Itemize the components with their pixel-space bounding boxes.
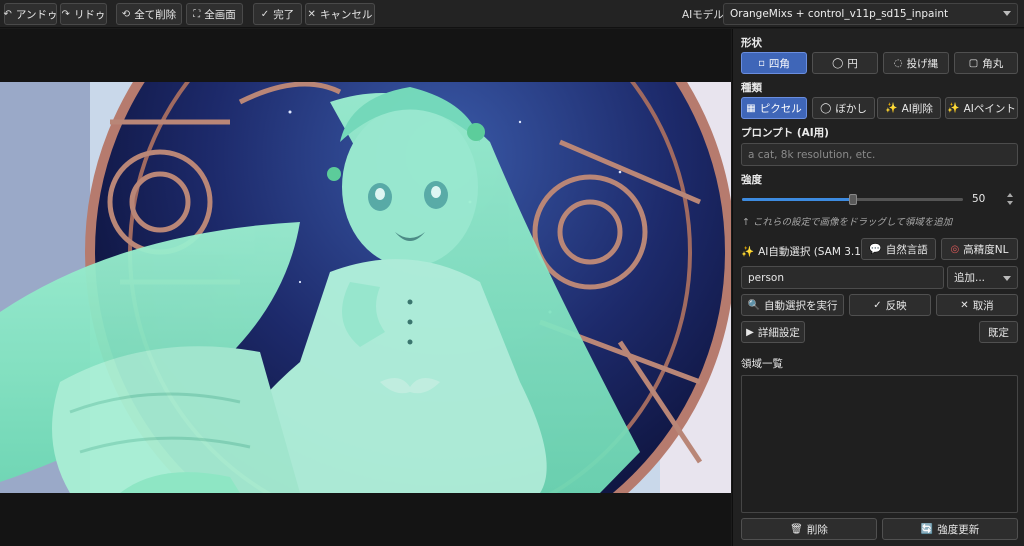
check-icon: ✓ — [260, 8, 270, 20]
trash-icon: 🗑 — [790, 523, 803, 535]
strength-slider-thumb[interactable] — [849, 194, 857, 205]
refresh-icon: 🔄 — [920, 523, 934, 535]
redo-button[interactable]: ↷ リドゥ — [60, 3, 107, 25]
undo-icon: ↶ — [3, 8, 12, 20]
blur-icon: ◯ — [820, 102, 832, 114]
sparkle-icon: ✨ — [885, 102, 898, 114]
drag-hint: ↑ これらの設定で画像をドラッグして領域を追加 — [742, 217, 953, 228]
check-icon: ✓ — [873, 299, 882, 311]
chevron-down-icon — [1003, 11, 1011, 16]
sam-query-input[interactable]: person — [741, 266, 944, 289]
done-button[interactable]: ✓ 完了 — [253, 3, 302, 25]
model-label: AIモデル — [682, 9, 724, 21]
type-blur-button[interactable]: ◯ ぼかし — [812, 97, 875, 119]
top-toolbar: ↶ アンドゥ ↷ リドゥ ⟲ 全て削除 ⛶ 全画面 ✓ 完了 ✕ キャンセル AIモデル O… — [0, 0, 1024, 28]
shape-rounded-button[interactable]: ▢ 角丸 — [954, 52, 1018, 74]
prompt-input[interactable]: a cat, 8k resolution, etc. — [741, 143, 1018, 166]
shape-lasso-button[interactable]: ◌ 投げ縄 — [883, 52, 949, 74]
clear-all-button[interactable]: ⟲ 全て削除 — [116, 3, 182, 25]
natural-language-button[interactable]: 💬 自然言語 — [861, 238, 936, 260]
spin-down-icon[interactable] — [1007, 201, 1013, 205]
type-ai-paint-button[interactable]: ✨ AIペイント — [945, 97, 1018, 119]
strength-slider-fill — [742, 198, 853, 201]
redo-icon: ↷ — [61, 8, 70, 20]
fullscreen-icon: ⛶ — [193, 8, 201, 20]
sparkle-icon: ✨ — [741, 246, 755, 258]
strength-value[interactable]: 50 — [972, 193, 985, 205]
region-list[interactable] — [741, 375, 1018, 513]
rounded-square-icon: ▢ — [968, 57, 979, 69]
fullscreen-button[interactable]: ⛶ 全画面 — [186, 3, 243, 25]
cancel-button[interactable]: ✕ キャンセル — [305, 3, 375, 25]
delete-region-button[interactable]: 🗑 削除 — [741, 518, 877, 540]
circle-icon: ◯ — [832, 57, 844, 69]
undo-button[interactable]: ↶ アンドゥ — [3, 3, 58, 25]
prompt-section-title: プロンプト (AI用) — [741, 127, 829, 139]
sparkle-icon: ✨ — [947, 102, 960, 114]
run-auto-select-button[interactable]: 🔍 自動選択を実行 — [741, 294, 844, 316]
add-mode-select[interactable]: 追加... — [947, 266, 1018, 289]
play-icon: ▶ — [746, 326, 754, 338]
apply-button[interactable]: ✓ 反映 — [849, 294, 931, 316]
spin-up-icon[interactable] — [1007, 193, 1013, 197]
advanced-settings-button[interactable]: ▶ 詳細設定 — [741, 321, 805, 343]
close-icon: ✕ — [960, 299, 969, 311]
target-icon: ◎ — [950, 243, 960, 255]
canvas-area[interactable] — [0, 29, 731, 546]
model-select[interactable]: OrangeMixs + control_v11p_sd15_inpaint — [723, 3, 1018, 25]
clear-icon: ⟲ — [121, 8, 131, 20]
type-ai-delete-button[interactable]: ✨ AI削除 — [877, 97, 941, 119]
type-section-title: 種類 — [741, 82, 762, 94]
chevron-down-icon — [1003, 276, 1011, 281]
close-icon: ✕ — [307, 8, 316, 20]
anime-illustration — [0, 82, 731, 493]
lasso-icon: ◌ — [893, 57, 903, 69]
update-strength-button[interactable]: 🔄 強度更新 — [882, 518, 1018, 540]
canvas-image[interactable] — [0, 82, 731, 493]
high-precision-button[interactable]: ◎ 高精度NL — [941, 238, 1018, 260]
default-button[interactable]: 既定 — [979, 321, 1018, 343]
type-pixel-button[interactable]: ▦ ピクセル — [741, 97, 807, 119]
shape-square-button[interactable]: ▫ 四角 — [741, 52, 807, 74]
strength-slider[interactable] — [742, 194, 963, 205]
cancel-selection-button[interactable]: ✕ 取消 — [936, 294, 1018, 316]
search-icon: 🔍 — [747, 299, 760, 311]
shape-circle-button[interactable]: ◯ 円 — [812, 52, 878, 74]
shape-section-title: 形状 — [741, 37, 762, 49]
chat-icon: 💬 — [869, 243, 882, 255]
pixel-icon: ▦ — [746, 102, 756, 114]
strength-section-title: 強度 — [741, 174, 762, 186]
settings-panel: 形状 ▫ 四角 ◯ 円 ◌ 投げ縄 ▢ 角丸 種類 ▦ ピクセル ◯ ぼかし ✨ AI削除 ✨… — [732, 29, 1024, 546]
region-list-title: 領域一覧 — [741, 358, 783, 370]
sam-section-title: ✨ AI自動選択 (SAM 3.1) — [741, 246, 866, 258]
square-icon: ▫ — [758, 57, 765, 69]
